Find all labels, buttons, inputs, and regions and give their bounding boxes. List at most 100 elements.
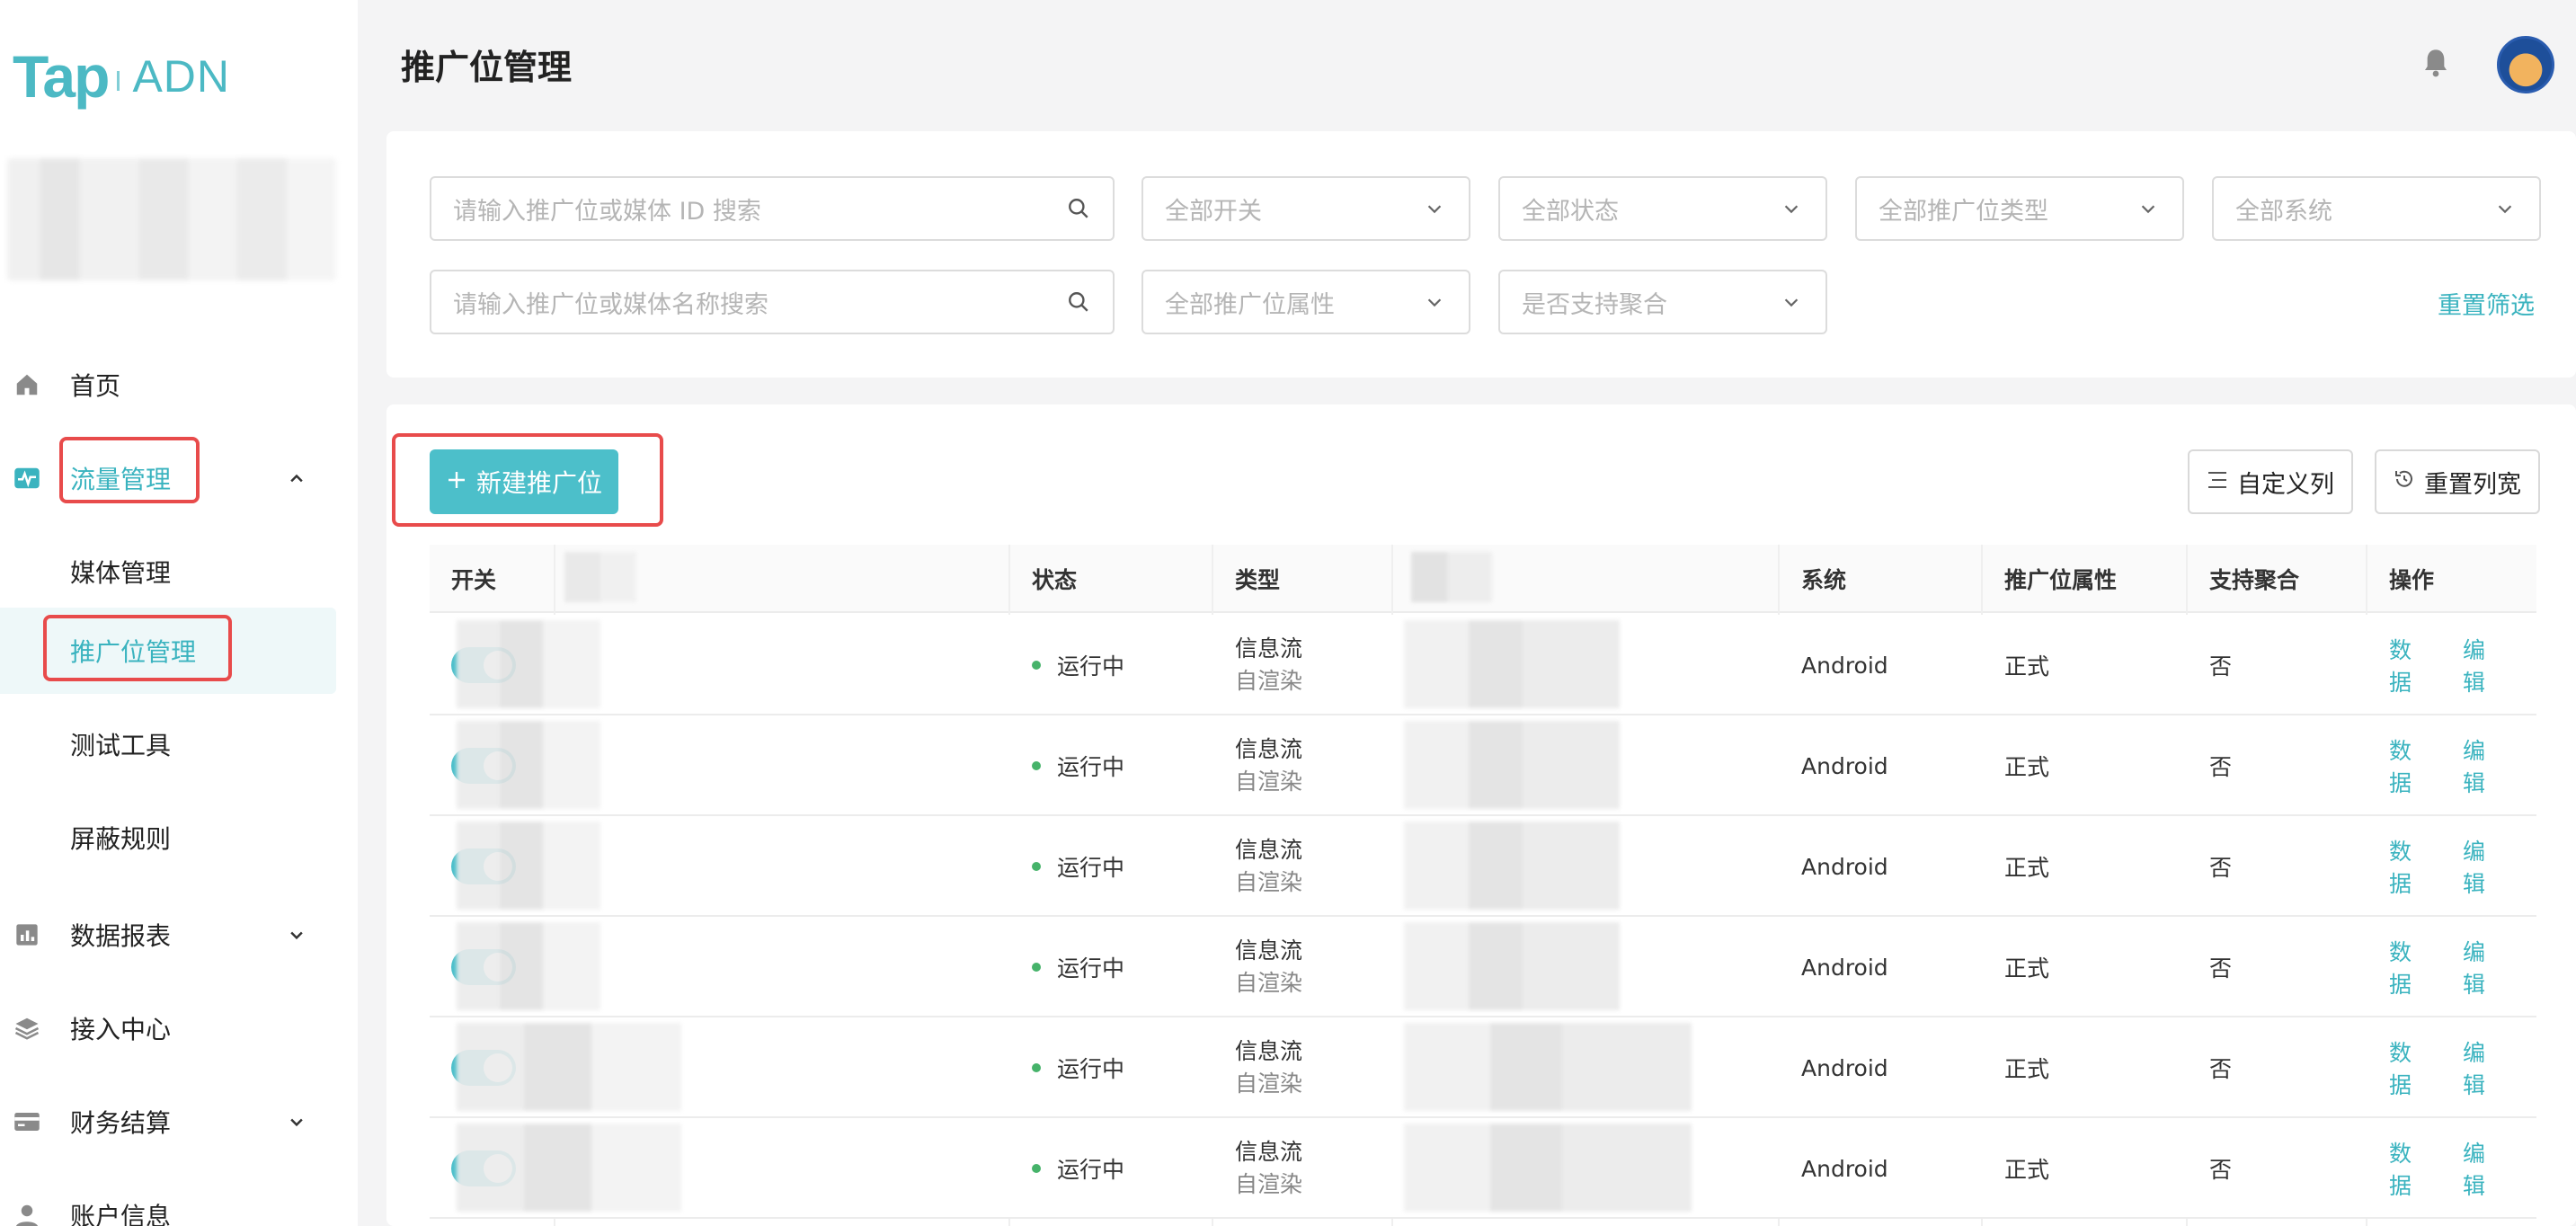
- actions-cell: 数据 编辑: [2389, 816, 2536, 917]
- status-dot: [1032, 1164, 1041, 1173]
- data-link[interactable]: 数据: [2389, 1035, 2432, 1100]
- search-icon[interactable]: [1066, 196, 1091, 221]
- sidebar-item-test-tools[interactable]: 测试工具: [0, 701, 336, 787]
- header-status: 状态: [1032, 567, 1078, 593]
- reset-filter-link[interactable]: 重置筛选: [2438, 286, 2535, 321]
- reset-width-label: 重置列宽: [2424, 470, 2521, 499]
- aggregation-cell: 否: [2209, 955, 2233, 982]
- search-id-input[interactable]: 请输入推广位或媒体 ID 搜索: [430, 176, 1115, 241]
- render-text: 自渲染: [1235, 1071, 1303, 1097]
- sidebar-item-home[interactable]: 首页: [0, 342, 336, 428]
- data-link[interactable]: 数据: [2389, 1136, 2432, 1201]
- sidebar-item-finance[interactable]: 财务结算: [0, 1079, 336, 1165]
- system-cell: Android: [1801, 752, 1888, 779]
- status-select[interactable]: 全部状态: [1498, 176, 1827, 241]
- chevron-up-icon[interactable]: [286, 467, 307, 489]
- data-link[interactable]: 数据: [2389, 834, 2432, 899]
- render-text: 自渲染: [1235, 768, 1303, 795]
- search-icon[interactable]: [1066, 289, 1091, 315]
- aggregation-cell: 否: [2209, 855, 2233, 881]
- attribute-cell: 正式: [2004, 1157, 2050, 1183]
- type-select[interactable]: 全部推广位类型: [1855, 176, 2184, 241]
- status-dot: [1032, 1063, 1041, 1072]
- logo-tap-text: Tap: [13, 43, 110, 110]
- header-aggregation: 支持聚合: [2209, 567, 2300, 593]
- actions-cell: 数据 编辑: [2389, 917, 2536, 1017]
- table-row: 运行中 信息流 自渲染 Android 正式 否 数据 编辑: [430, 1118, 2536, 1219]
- type-cell: 信息流 自渲染: [1235, 1118, 1302, 1219]
- sidebar-item-integration[interactable]: 接入中心: [0, 985, 336, 1071]
- attribute-select[interactable]: 全部推广位属性: [1141, 270, 1470, 334]
- custom-columns-button[interactable]: 自定义列: [2188, 449, 2353, 514]
- data-link[interactable]: 数据: [2389, 633, 2432, 697]
- sidebar-item-block-rules[interactable]: 屏蔽规则: [0, 795, 336, 881]
- status-dot: [1032, 661, 1041, 670]
- status-dot: [1032, 862, 1041, 871]
- system-cell: Android: [1801, 1054, 1888, 1081]
- edit-link[interactable]: 编辑: [2463, 633, 2506, 697]
- edit-link[interactable]: 编辑: [2463, 834, 2506, 899]
- edit-link[interactable]: 编辑: [2463, 1035, 2506, 1100]
- new-adslot-button[interactable]: 新建推广位: [430, 449, 618, 514]
- traffic-chart-icon: [13, 464, 41, 493]
- search-id-placeholder: 请输入推广位或媒体 ID 搜索: [453, 197, 761, 226]
- status-text: 运行中: [1057, 653, 1125, 680]
- sidebar-item-label: 接入中心: [70, 1015, 172, 1044]
- blurred-header-name: [564, 552, 636, 602]
- header-type: 类型: [1235, 567, 1281, 593]
- bar-chart-icon: [13, 920, 41, 949]
- tapadn-logo[interactable]: Tap ADN: [13, 43, 231, 110]
- render-text: 自渲染: [1235, 970, 1303, 996]
- chevron-down-icon[interactable]: [286, 924, 307, 946]
- status-dot: [1032, 963, 1041, 972]
- search-name-input[interactable]: 请输入推广位或媒体名称搜索: [430, 270, 1115, 334]
- system-select[interactable]: 全部系统: [2212, 176, 2541, 241]
- edit-link[interactable]: 编辑: [2463, 1136, 2506, 1201]
- blurred-slot-name: [457, 922, 600, 1010]
- attribute-cell: 正式: [2004, 855, 2050, 881]
- switch-select[interactable]: 全部开关: [1141, 176, 1470, 241]
- sidebar-item-label: 财务结算: [70, 1108, 172, 1138]
- table-row: 运行中 信息流 自渲染 Android 正式 否 数据 编辑: [430, 1017, 2536, 1118]
- list-icon: [2207, 468, 2228, 496]
- header-actions: 操作: [2389, 567, 2435, 593]
- sidebar-item-account[interactable]: 账户信息: [0, 1172, 336, 1226]
- blurred-media-name: [1404, 721, 1620, 809]
- avatar[interactable]: [2497, 36, 2554, 93]
- aggregation-cell: 否: [2209, 754, 2233, 780]
- sidebar-item-reports[interactable]: 数据报表: [0, 892, 336, 978]
- account-info-blurred: [7, 158, 336, 280]
- render-text: 自渲染: [1235, 869, 1303, 895]
- logo-adn-text: ADN: [132, 51, 231, 102]
- attribute-cell: 正式: [2004, 653, 2050, 680]
- render-text: 自渲染: [1235, 668, 1303, 694]
- chevron-down-icon: [1779, 289, 1804, 315]
- data-link[interactable]: 数据: [2389, 733, 2432, 798]
- edit-link[interactable]: 编辑: [2463, 733, 2506, 798]
- table-row: 运行中 信息流 自渲染 Android 正式 否 数据 编辑: [430, 816, 2536, 917]
- sidebar-item-label: 首页: [70, 371, 121, 401]
- card-icon: [13, 1107, 41, 1136]
- highlight-adslot: [43, 615, 232, 681]
- reset-width-button[interactable]: 重置列宽: [2375, 449, 2540, 514]
- actions-cell: 数据 编辑: [2389, 1118, 2536, 1219]
- sidebar-item-media[interactable]: 媒体管理: [0, 529, 336, 615]
- blurred-header-media: [1411, 552, 1492, 602]
- bell-icon[interactable]: [2421, 47, 2454, 83]
- system-cell: Android: [1801, 853, 1888, 880]
- aggregation-select[interactable]: 是否支持聚合: [1498, 270, 1827, 334]
- chevron-down-icon[interactable]: [286, 1111, 307, 1133]
- status-cell: 运行中: [1032, 917, 1124, 1017]
- type-text: 信息流: [1235, 635, 1303, 662]
- blurred-media-name: [1404, 822, 1620, 910]
- status-text: 运行中: [1057, 955, 1125, 982]
- type-text: 信息流: [1235, 1038, 1303, 1064]
- sidebar-item-label: 账户信息: [70, 1202, 172, 1226]
- type-cell: 信息流 自渲染: [1235, 1017, 1302, 1118]
- data-link[interactable]: 数据: [2389, 935, 2432, 999]
- blurred-media-name: [1404, 1023, 1692, 1111]
- home-icon: [13, 370, 41, 399]
- header-switch: 开关: [451, 567, 497, 593]
- blurred-slot-name: [457, 822, 600, 910]
- edit-link[interactable]: 编辑: [2463, 935, 2506, 999]
